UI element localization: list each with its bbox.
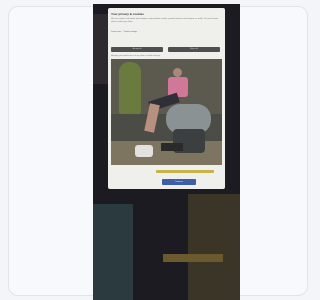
reject-all-button[interactable]: Reject all bbox=[168, 47, 220, 52]
cookie-consent-modal: Your privacy & cookies We use cookies an… bbox=[108, 8, 225, 189]
background-stripe bbox=[163, 254, 223, 262]
modal-links: Learn more Cookie settings bbox=[111, 31, 137, 33]
person-head bbox=[173, 68, 182, 77]
cookie-settings-link[interactable]: Cookie settings bbox=[123, 31, 137, 33]
exercise-photo bbox=[111, 59, 222, 165]
caption-highlight-bar bbox=[156, 170, 214, 173]
background-shape bbox=[188, 194, 240, 300]
pedal-device bbox=[161, 143, 183, 151]
shoe bbox=[135, 145, 153, 157]
modal-note: Manage your preferences at any time in c… bbox=[111, 55, 161, 57]
background-shape bbox=[93, 204, 133, 300]
modal-title: Your privacy & cookies bbox=[111, 12, 144, 16]
continue-button[interactable]: Continue bbox=[162, 179, 196, 185]
learn-more-link[interactable]: Learn more bbox=[111, 31, 121, 33]
accept-all-button[interactable]: Accept all bbox=[111, 47, 163, 52]
phone-screen: Your privacy & cookies We use cookies an… bbox=[93, 4, 240, 300]
plant-icon bbox=[119, 62, 141, 114]
modal-body-text: We use cookies and similar technologies … bbox=[111, 18, 219, 23]
